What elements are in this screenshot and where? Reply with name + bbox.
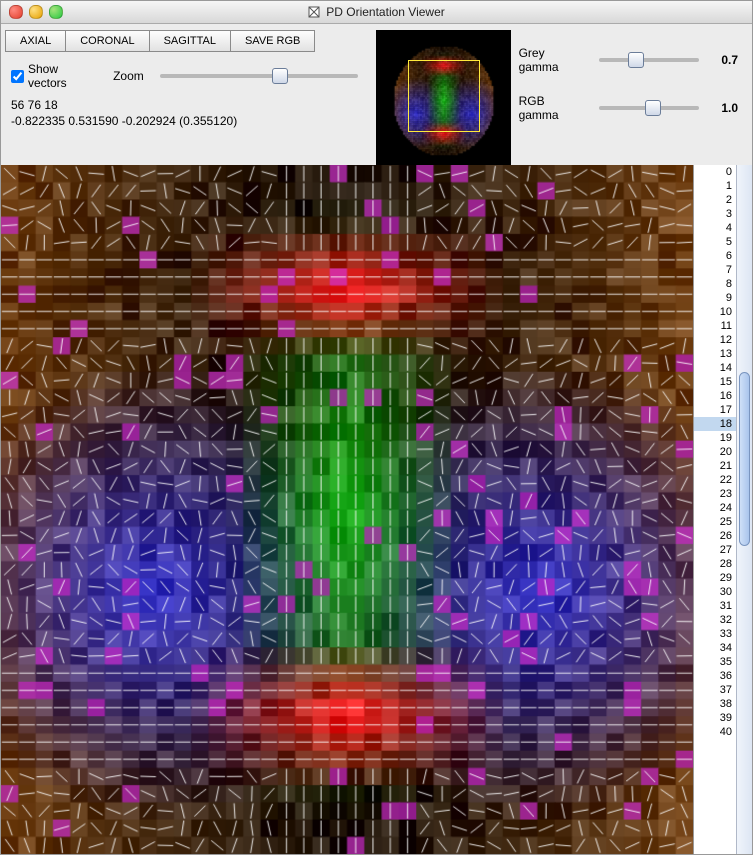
scrollbar-thumb-icon[interactable] — [739, 372, 750, 546]
slice-row[interactable]: 35 — [694, 655, 736, 669]
slice-row[interactable]: 9 — [694, 291, 736, 305]
axial-button[interactable]: AXIAL — [5, 30, 66, 52]
slice-row[interactable]: 16 — [694, 389, 736, 403]
grey-gamma-label: Grey gamma — [519, 46, 587, 74]
slice-row[interactable]: 39 — [694, 711, 736, 725]
slice-row[interactable]: 20 — [694, 445, 736, 459]
slice-row[interactable]: 7 — [694, 263, 736, 277]
zoom-label: Zoom — [113, 69, 144, 83]
slice-row[interactable]: 23 — [694, 487, 736, 501]
rgb-gamma-value: 1.0 — [711, 101, 738, 115]
slice-row[interactable]: 3 — [694, 207, 736, 221]
main-area: 0123456789101112131415161718192021222324… — [1, 165, 752, 854]
rgb-gamma-slider[interactable] — [599, 106, 699, 110]
slice-row[interactable]: 38 — [694, 697, 736, 711]
slice-row[interactable]: 1 — [694, 179, 736, 193]
slice-row[interactable]: 15 — [694, 375, 736, 389]
voxel-coords: 56 76 18 — [11, 98, 360, 114]
save-rgb-button[interactable]: SAVE RGB — [231, 30, 315, 52]
slice-row[interactable]: 30 — [694, 585, 736, 599]
slice-row[interactable]: 37 — [694, 683, 736, 697]
slice-scrollbar[interactable] — [736, 165, 752, 854]
minimize-icon[interactable] — [29, 5, 43, 19]
gamma-controls: Grey gamma 0.7 RGB gamma 1.0 — [519, 30, 744, 122]
rgb-gamma-label: RGB gamma — [519, 94, 587, 122]
zoom-icon[interactable] — [49, 5, 63, 19]
show-vectors-checkbox[interactable]: Show vectors — [11, 62, 99, 90]
slice-row[interactable]: 8 — [694, 277, 736, 291]
window-title-wrap: PD Orientation Viewer — [1, 5, 752, 19]
slice-row[interactable]: 0 — [694, 165, 736, 179]
grey-gamma-value: 0.7 — [711, 53, 738, 67]
app-icon — [308, 6, 320, 18]
slice-row[interactable]: 13 — [694, 347, 736, 361]
slice-canvas — [1, 165, 693, 854]
slice-row[interactable]: 14 — [694, 361, 736, 375]
slice-list[interactable]: 0123456789101112131415161718192021222324… — [693, 165, 736, 854]
coronal-button[interactable]: CORONAL — [66, 30, 149, 52]
slice-row[interactable]: 21 — [694, 459, 736, 473]
slice-row[interactable]: 32 — [694, 613, 736, 627]
slice-row[interactable]: 40 — [694, 725, 736, 739]
slice-row[interactable]: 34 — [694, 641, 736, 655]
slice-row[interactable]: 6 — [694, 249, 736, 263]
vector-values: -0.822335 0.531590 -0.202924 (0.355120) — [11, 114, 360, 130]
slice-row[interactable]: 18 — [694, 417, 736, 431]
slice-row[interactable]: 29 — [694, 571, 736, 585]
app-window: PD Orientation Viewer AXIAL CORONAL SAGI… — [0, 0, 753, 855]
slice-row[interactable]: 26 — [694, 529, 736, 543]
slice-row[interactable]: 36 — [694, 669, 736, 683]
slice-row[interactable]: 33 — [694, 627, 736, 641]
slice-row[interactable]: 10 — [694, 305, 736, 319]
thumbnail-roi-box[interactable] — [408, 60, 480, 132]
slice-row[interactable]: 5 — [694, 235, 736, 249]
slice-row[interactable]: 12 — [694, 333, 736, 347]
window-title: PD Orientation Viewer — [326, 5, 445, 19]
toolbar-area: AXIAL CORONAL SAGITTAL SAVE RGB Show vec… — [1, 24, 752, 165]
slice-row[interactable]: 25 — [694, 515, 736, 529]
window-controls — [9, 5, 63, 19]
slice-viewport[interactable] — [1, 165, 693, 854]
slice-row[interactable]: 22 — [694, 473, 736, 487]
view-buttons: AXIAL CORONAL SAGITTAL SAVE RGB — [5, 30, 360, 52]
slice-row[interactable]: 2 — [694, 193, 736, 207]
slice-row[interactable]: 31 — [694, 599, 736, 613]
zoom-slider[interactable] — [160, 74, 358, 78]
view-controls: Show vectors Zoom — [11, 62, 360, 90]
close-icon[interactable] — [9, 5, 23, 19]
overview-thumbnail[interactable] — [376, 30, 511, 165]
slice-row[interactable]: 19 — [694, 431, 736, 445]
status-readout: 56 76 18 -0.822335 0.531590 -0.202924 (0… — [11, 98, 360, 129]
sagittal-button[interactable]: SAGITTAL — [150, 30, 231, 52]
show-vectors-label: Show vectors — [28, 62, 99, 90]
slice-row[interactable]: 4 — [694, 221, 736, 235]
slice-row[interactable]: 24 — [694, 501, 736, 515]
slice-row[interactable]: 27 — [694, 543, 736, 557]
slice-row[interactable]: 28 — [694, 557, 736, 571]
grey-gamma-slider[interactable] — [599, 58, 699, 62]
slice-row[interactable]: 11 — [694, 319, 736, 333]
slice-row[interactable]: 17 — [694, 403, 736, 417]
titlebar: PD Orientation Viewer — [1, 1, 752, 24]
